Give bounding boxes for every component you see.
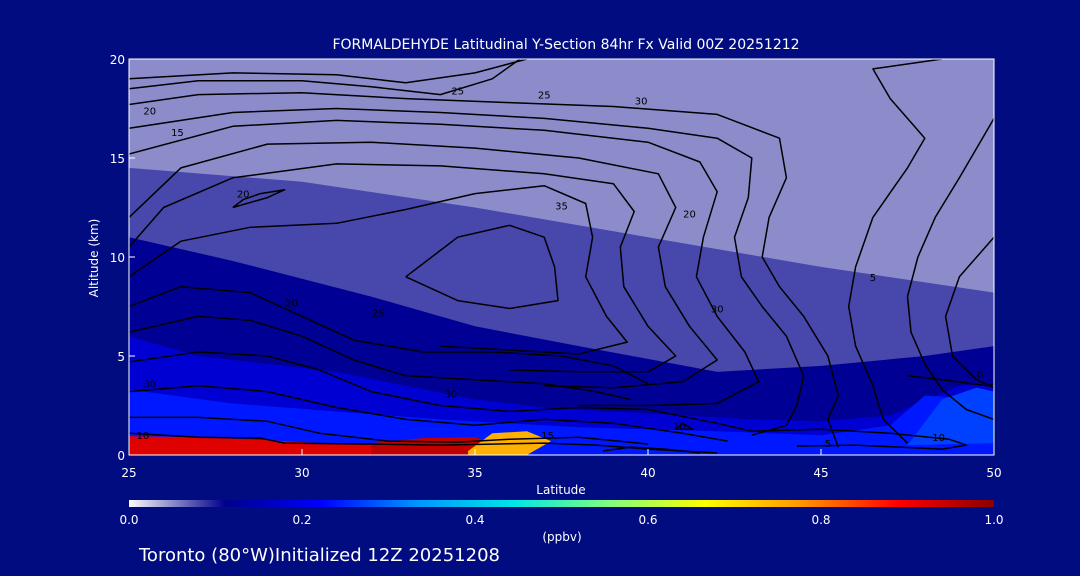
contour-label: 10 — [136, 431, 149, 442]
colorbar-tick-label: 0.4 — [465, 513, 484, 527]
y-tick-label: 15 — [110, 152, 125, 166]
contour-label: 10 — [673, 421, 686, 432]
contour-label: 30 — [635, 97, 648, 108]
x-tick-label: 50 — [986, 466, 1001, 480]
y-tick-label: 10 — [110, 251, 125, 265]
contour-label: 30 — [444, 390, 457, 401]
x-tick-label: 35 — [467, 466, 482, 480]
contour-label: 25 — [538, 91, 551, 102]
contour-label: 5 — [825, 439, 831, 450]
x-tick-label: 45 — [813, 466, 828, 480]
contour-label: 30 — [711, 304, 724, 315]
contour-label: 20 — [237, 190, 250, 201]
colorbar — [129, 500, 994, 507]
contour-label: 20 — [143, 106, 156, 117]
colorbar-tick-label: 1.0 — [984, 513, 1003, 527]
colorbar-ticks: 0.0 0.2 0.4 0.6 0.8 1.0 — [119, 513, 1003, 527]
contour-label: 25 — [451, 87, 464, 98]
colorbar-tick-label: 0.6 — [638, 513, 657, 527]
y-tick-label: 20 — [110, 53, 125, 67]
contour-label: 15 — [541, 431, 554, 442]
contour-label: 0 — [977, 370, 983, 381]
x-tick-label: 40 — [640, 466, 655, 480]
y-tick-label: 0 — [117, 449, 125, 463]
colorbar-unit-label: (ppbv) — [542, 530, 581, 544]
x-tick-label: 30 — [294, 466, 309, 480]
contour-label: 5 — [870, 273, 876, 284]
contour-label: 30 — [143, 380, 156, 391]
y-tick-label: 5 — [117, 350, 125, 364]
plot-area: 25 20 15 20 25 30 35 20 25 30 30 30 15 10 5 0 20 10 5 10 — [129, 59, 994, 455]
contour-label: 10 — [932, 433, 945, 444]
contour-label: 25 — [372, 308, 385, 319]
chart: FORMALDEHYDE Latitudinal Y-Section 84hr … — [87, 37, 1004, 566]
contour-label: 35 — [555, 201, 568, 212]
colorbar-tick-label: 0.8 — [811, 513, 830, 527]
shaded-field — [129, 59, 994, 455]
footer-initialized-text: Toronto (80°W)Initialized 12Z 20251208 — [138, 545, 500, 566]
chart-title: FORMALDEHYDE Latitudinal Y-Section 84hr … — [332, 37, 799, 53]
contour-label: 20 — [683, 209, 696, 220]
colorbar-tick-label: 0.0 — [119, 513, 138, 527]
colorbar-tick-label: 0.2 — [292, 513, 311, 527]
x-tick-label: 25 — [121, 466, 136, 480]
contour-label: 15 — [171, 128, 184, 139]
y-axis-label: Altitude (km) — [87, 219, 101, 298]
contour-label: 20 — [285, 299, 298, 310]
x-axis-label: Latitude — [536, 483, 585, 497]
